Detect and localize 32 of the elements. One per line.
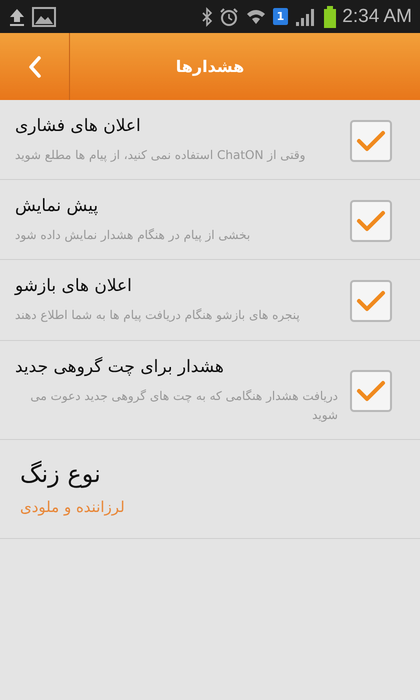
back-icon <box>26 54 42 78</box>
setting-description: بخشی از پیام در هنگام هشدار نمایش داده شود <box>15 227 250 244</box>
setting-row[interactable]: اعلان های فشاری وقتی از ChatON استفاده نمی کنید، از پیام ها مطلع شوید <box>0 100 420 180</box>
checkmark-icon <box>356 128 386 153</box>
setting-row[interactable]: نوع زنگ لرزاننده و ملودی <box>0 440 420 539</box>
setting-row[interactable]: هشدار برای چت گروهی جدید دریافت هشدار هنگامی که به چت های گروهی جدید دعوت می شوید <box>0 340 420 440</box>
battery-icon <box>324 6 336 28</box>
setting-description: پنجره های بازشو هنگام دریافت پیام ها به شما اطلاع دهند <box>15 307 300 324</box>
checkbox[interactable] <box>350 120 392 162</box>
setting-title: پیش نمایش <box>15 196 98 216</box>
checkmark-icon <box>356 288 386 313</box>
screen-title: هشدارها <box>174 57 246 76</box>
clock-time: 2:34 AM <box>342 6 412 28</box>
checkbox[interactable] <box>350 280 392 322</box>
setting-title: اعلان های فشاری <box>15 116 141 136</box>
bluetooth-icon <box>200 6 213 26</box>
image-icon <box>32 6 56 26</box>
setting-title: نوع زنگ <box>20 460 101 488</box>
sim-badge: 1 <box>272 8 288 25</box>
setting-row[interactable]: پیش نمایش بخشی از پیام در هنگام هشدار نمایش داده شود <box>0 180 420 260</box>
setting-title: اعلان های بازشو <box>15 276 132 296</box>
upload-icon <box>8 6 26 26</box>
checkbox[interactable] <box>350 370 392 412</box>
setting-row[interactable]: اعلان های بازشو پنجره های بازشو هنگام دریافت پیام ها به شما اطلاع دهند <box>0 260 420 341</box>
setting-description: دریافت هشدار هنگامی که به چت های گروهی جدید دعوت می شوید <box>29 388 338 424</box>
checkmark-icon <box>356 378 386 403</box>
setting-value: لرزاننده و ملودی <box>20 498 125 516</box>
checkbox[interactable] <box>350 200 392 242</box>
alarm-clock-icon <box>218 6 239 26</box>
setting-title: هشدار برای چت گروهی جدید <box>15 356 224 377</box>
setting-description: وقتی از ChatON استفاده نمی کنید، از پیام ها مطلع شوید <box>15 147 306 164</box>
checkmark-icon <box>356 208 386 233</box>
